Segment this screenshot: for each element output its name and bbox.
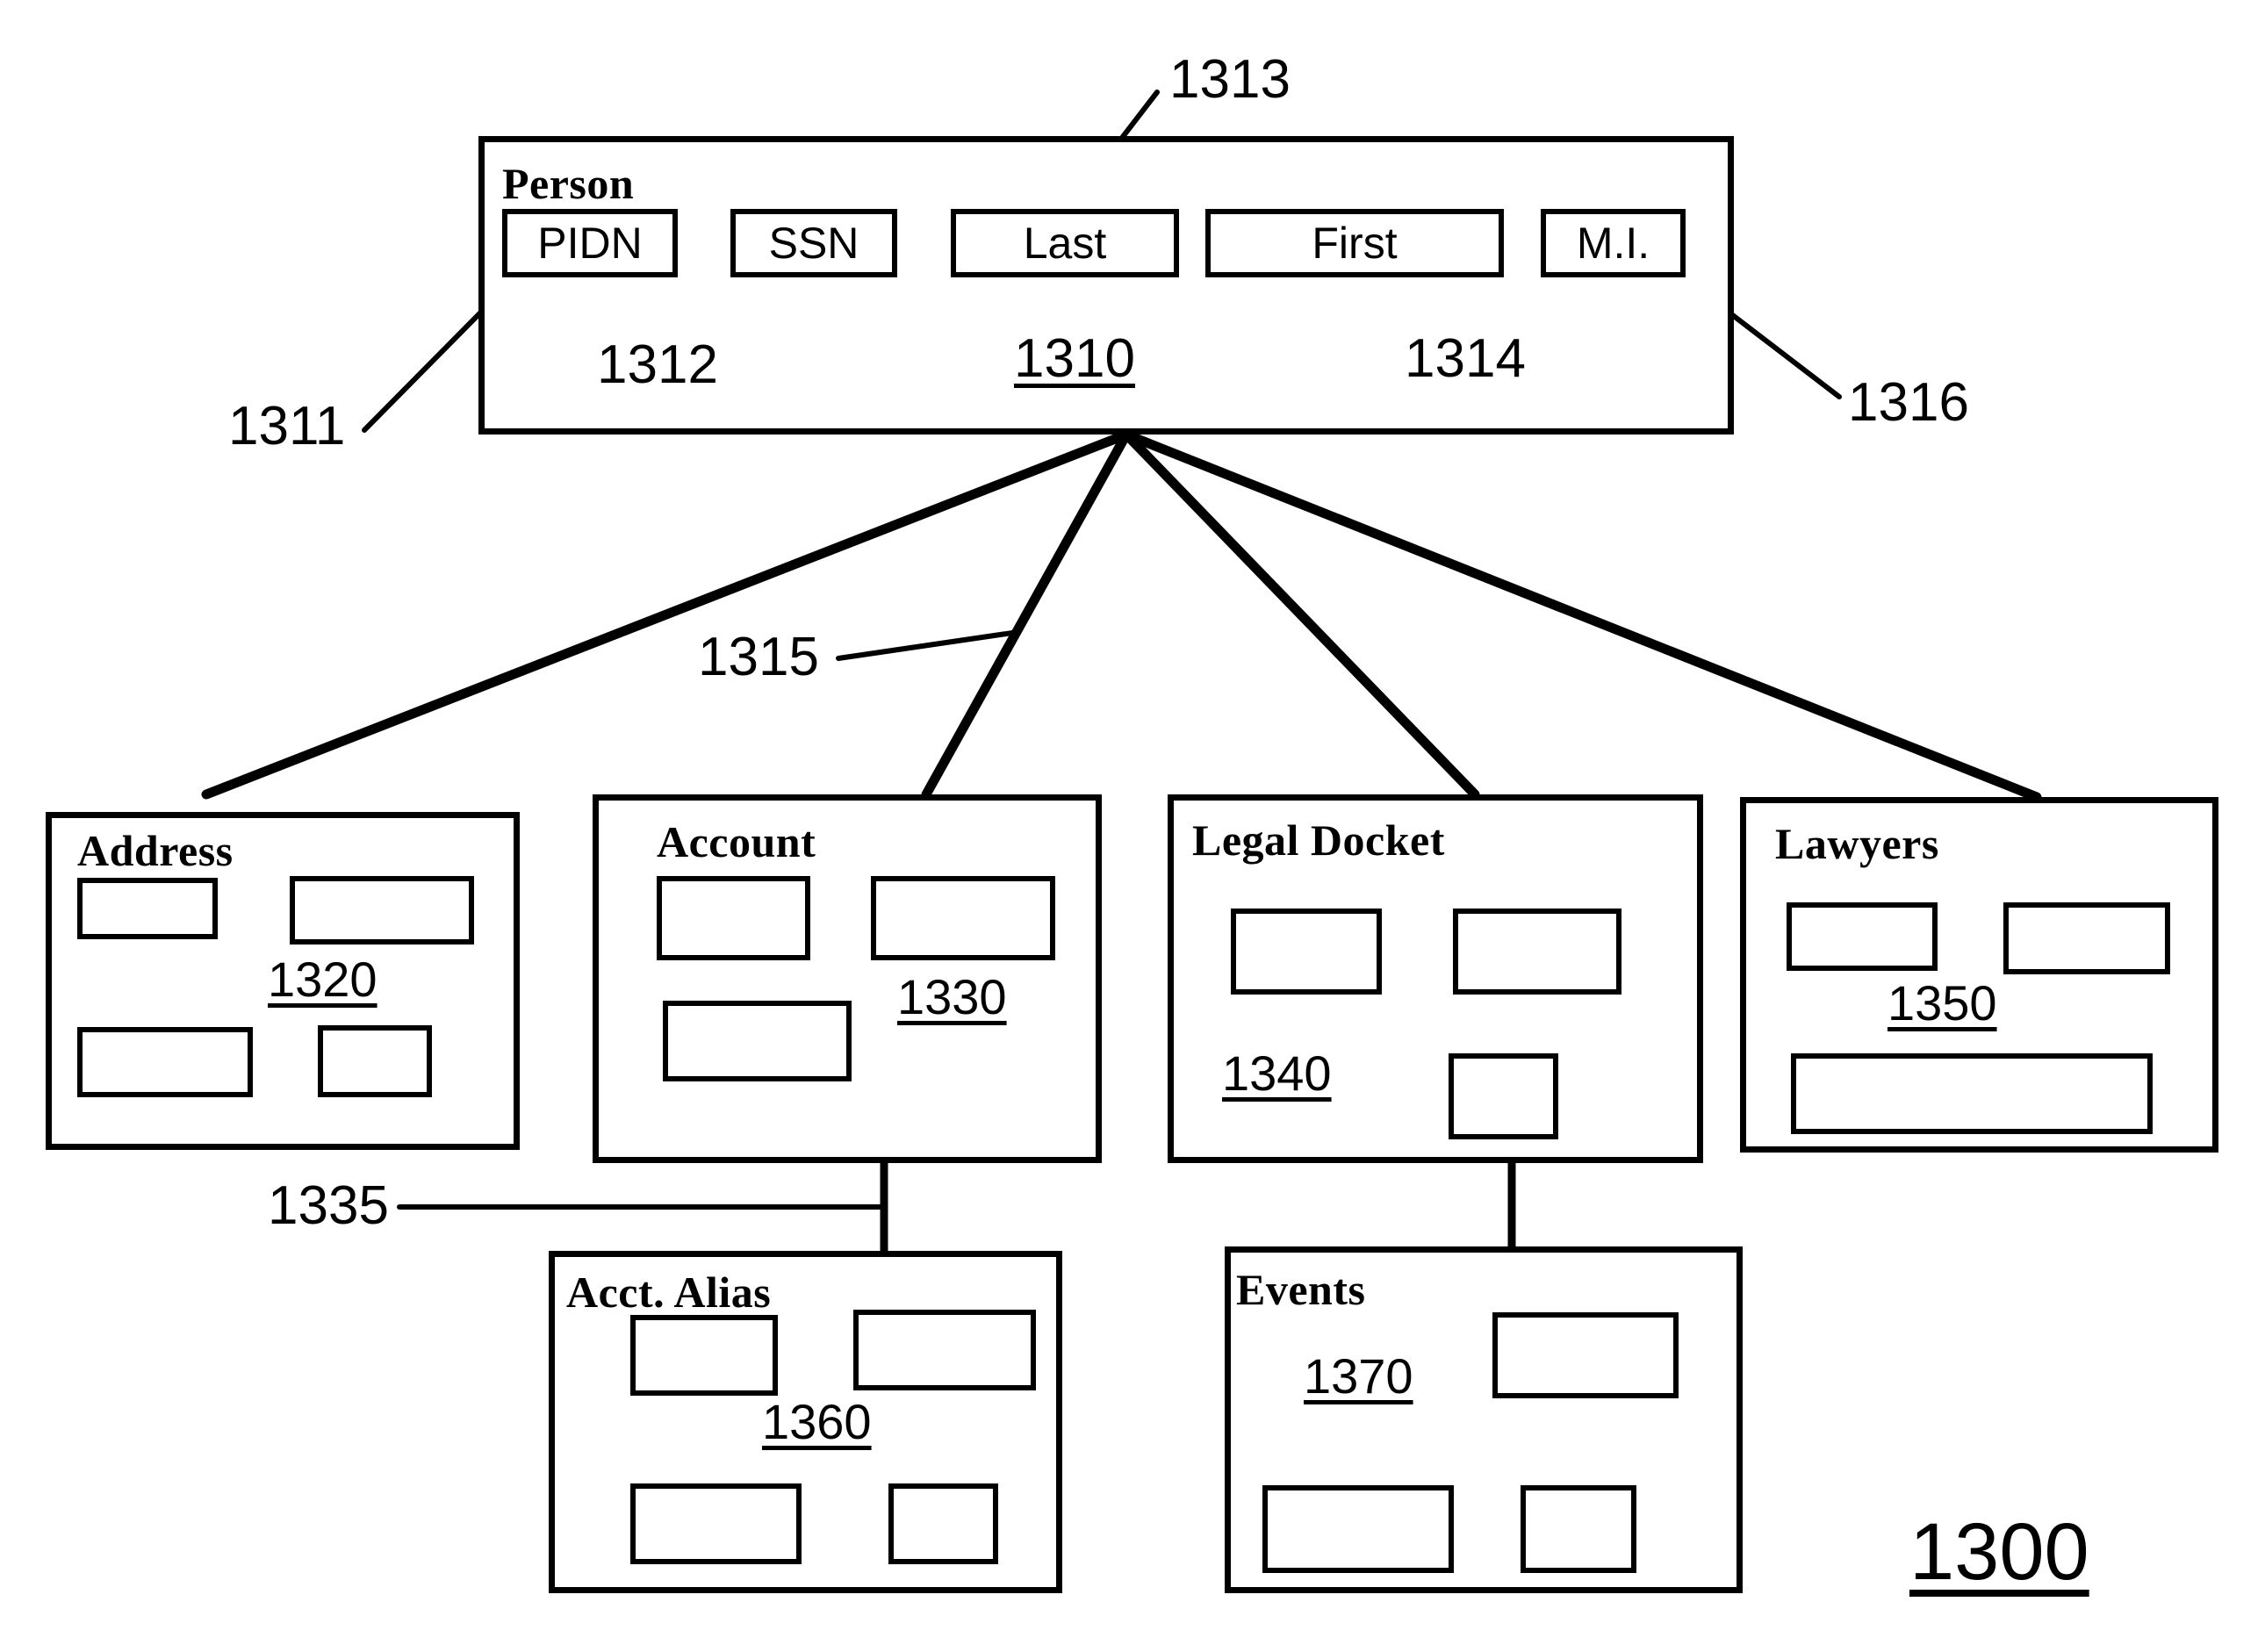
line-person-legal-docket [1121, 429, 1480, 800]
ref-1320: 1320 [268, 952, 378, 1007]
acct-alias-attribute-1[interactable] [630, 1315, 778, 1396]
legal-docket-attribute-2[interactable] [1453, 909, 1621, 995]
entity-address-title: Address [77, 826, 234, 875]
figure-number: 1300 [1909, 1507, 2089, 1597]
ref-1315: 1315 [698, 627, 819, 687]
ref-1313: 1313 [1169, 49, 1291, 110]
line-person-address [201, 429, 1132, 800]
entity-events-title: Events [1236, 1265, 1366, 1314]
address-attribute-4[interactable] [318, 1025, 432, 1097]
ref-1330: 1330 [897, 969, 1007, 1024]
person-field-ssn[interactable]: SSN [730, 209, 897, 277]
events-attribute-1[interactable] [1492, 1312, 1679, 1398]
entity-acct-alias-title: Acct. Alias [566, 1268, 772, 1317]
ref-1310: 1310 [1014, 328, 1135, 389]
person-field-pidn[interactable]: PIDN [502, 209, 678, 277]
events-attribute-3[interactable] [1521, 1485, 1636, 1573]
line-person-lawyers [1121, 429, 2042, 802]
legal-docket-attribute-3[interactable] [1449, 1053, 1558, 1139]
acct-alias-attribute-2[interactable] [853, 1310, 1036, 1390]
ref-1360: 1360 [762, 1394, 872, 1449]
address-attribute-2[interactable] [290, 876, 474, 945]
ref-1340: 1340 [1222, 1045, 1332, 1101]
ref-1312: 1312 [597, 334, 718, 395]
ref-1314: 1314 [1405, 328, 1526, 389]
legal-docket-attribute-1[interactable] [1231, 909, 1382, 995]
account-attribute-3[interactable] [663, 1001, 852, 1081]
ref-1311: 1311 [228, 396, 346, 456]
person-relationship-lines [201, 429, 2042, 802]
entity-person-title: Person [502, 159, 635, 208]
person-field-ssn-label: SSN [768, 219, 859, 268]
ref-1370: 1370 [1304, 1348, 1413, 1404]
person-field-last[interactable]: Last [951, 209, 1179, 277]
ref-1316: 1316 [1848, 372, 1969, 433]
events-attribute-2[interactable] [1262, 1485, 1454, 1573]
person-field-mi[interactable]: M.I. [1541, 209, 1686, 277]
lawyers-attribute-3[interactable] [1791, 1053, 2153, 1134]
leader-1315 [836, 629, 1021, 661]
person-field-last-label: Last [1023, 219, 1107, 268]
person-field-first-label: First [1312, 219, 1398, 268]
person-field-first[interactable]: First [1205, 209, 1504, 277]
entity-legal-docket-title: Legal Docket [1192, 815, 1445, 865]
acct-alias-attribute-3[interactable] [630, 1483, 802, 1564]
account-attribute-1[interactable] [657, 876, 810, 960]
entity-account-title: Account [657, 817, 816, 866]
address-attribute-3[interactable] [77, 1027, 253, 1097]
lawyers-attribute-1[interactable] [1787, 902, 1938, 971]
ref-1350: 1350 [1888, 975, 1997, 1031]
line-person-account [921, 429, 1132, 800]
patent-figure-canvas: Person PIDN SSN Last First M.I. 1313 131… [0, 0, 2265, 1652]
account-attribute-2[interactable] [871, 876, 1055, 960]
acct-alias-attribute-4[interactable] [888, 1483, 998, 1564]
person-field-pidn-label: PIDN [537, 219, 643, 268]
person-field-mi-label: M.I. [1576, 219, 1650, 268]
lawyers-attribute-2[interactable] [2003, 902, 2170, 974]
entity-lawyers-title: Lawyers [1775, 819, 1939, 868]
ref-1335: 1335 [268, 1175, 389, 1236]
address-attribute-1[interactable] [77, 878, 218, 939]
